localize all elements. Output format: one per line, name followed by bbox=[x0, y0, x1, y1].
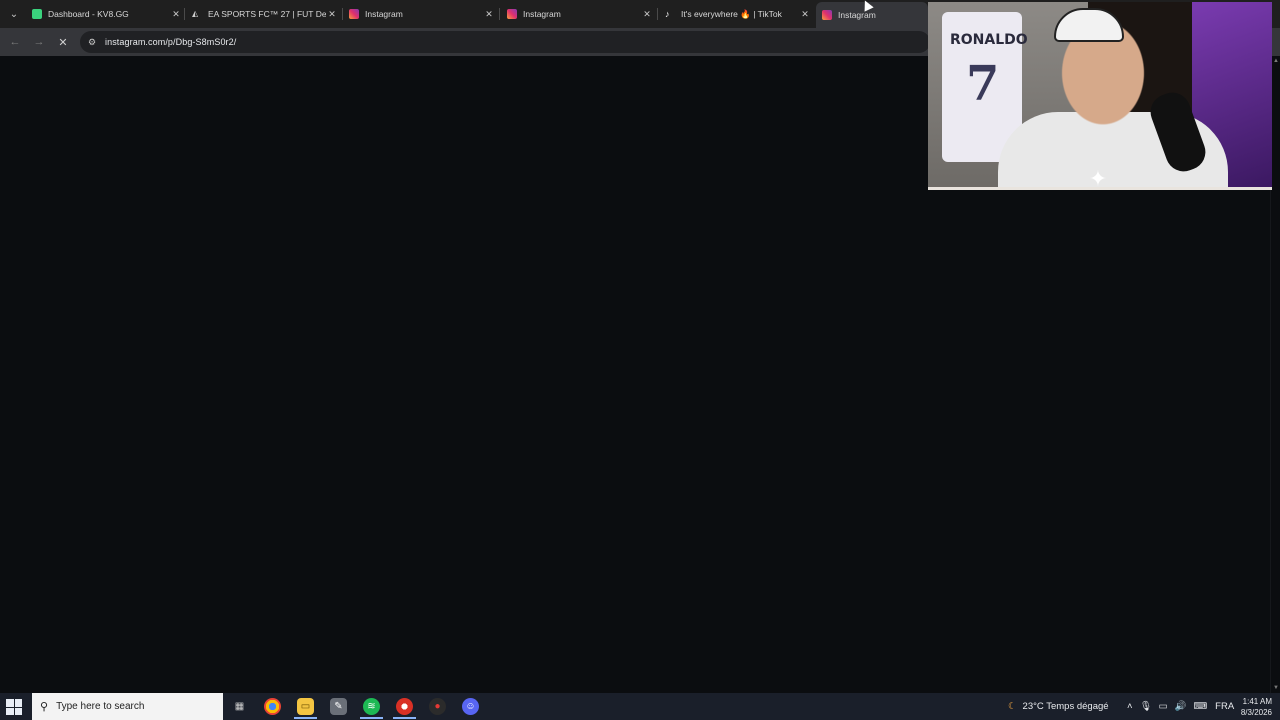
discord-icon[interactable]: ☺ bbox=[462, 698, 479, 715]
instagram-favicon-icon bbox=[507, 9, 517, 19]
windows-start-icon[interactable] bbox=[6, 699, 22, 715]
task-view-icon[interactable]: ▦ bbox=[231, 698, 248, 715]
tab-dashboard[interactable]: Dashboard - KV8.GG ✕ bbox=[32, 4, 182, 24]
taskbar-search-box[interactable]: ⚲ Type here to search bbox=[32, 693, 223, 720]
search-placeholder: Type here to search bbox=[56, 701, 145, 712]
system-tray: ˄ 🎙 ▭ 🔊 ⌨ FRA bbox=[1127, 693, 1234, 720]
tab-separator bbox=[184, 8, 185, 20]
tab-title: Instagram bbox=[838, 10, 876, 20]
streamer-cap bbox=[1054, 8, 1124, 42]
tiktok-favicon-icon: ♪ bbox=[665, 9, 670, 19]
tab-close-icon[interactable]: ✕ bbox=[326, 9, 338, 20]
clock[interactable]: 1:41 AM 8/3/2026 bbox=[1232, 696, 1272, 718]
chrome-icon[interactable] bbox=[264, 698, 281, 715]
tab-close-icon[interactable]: ✕ bbox=[170, 9, 182, 20]
address-bar[interactable]: ⚙ instagram.com/p/Dbg-S8mS0r2/ bbox=[80, 31, 930, 53]
weather-moon-icon: ☾ bbox=[1008, 701, 1017, 712]
instagram-favicon-icon bbox=[349, 9, 359, 19]
tab-title: Dashboard - KV8.GG bbox=[48, 9, 129, 19]
tab-tiktok[interactable]: ♪ It's everywhere 🔥 | TikTok ✕ bbox=[665, 4, 811, 24]
spotify-icon[interactable]: ≋ bbox=[363, 698, 380, 715]
file-explorer-icon[interactable]: ▭ bbox=[297, 698, 314, 715]
tab-close-icon[interactable]: ✕ bbox=[799, 9, 811, 20]
chrome-profile-icon[interactable] bbox=[396, 698, 413, 715]
clock-time: 1:41 AM bbox=[1242, 697, 1272, 706]
tab-ea-sports[interactable]: ◭ EA SPORTS FC™ 27 | FUT Deep ✕ bbox=[192, 4, 338, 24]
instagram-favicon-icon bbox=[822, 10, 832, 20]
app-icon[interactable]: ✎ bbox=[330, 698, 347, 715]
windows-taskbar: ⚲ Type here to search ▦ ▭ ✎ ≋ ● ☺ ☾ 23°C… bbox=[0, 693, 1280, 720]
scroll-up-icon[interactable]: ▲ bbox=[1273, 58, 1279, 64]
tab-separator bbox=[499, 8, 500, 20]
streamer-logo-icon: ✦ bbox=[1088, 166, 1108, 190]
tab-title: EA SPORTS FC™ 27 | FUT Deep bbox=[208, 9, 326, 19]
active-app-indicator bbox=[294, 717, 317, 719]
clock-date: 8/3/2026 bbox=[1240, 708, 1272, 717]
kv8-favicon-icon bbox=[32, 9, 42, 19]
tab-instagram-2[interactable]: Instagram ✕ bbox=[507, 4, 653, 24]
tab-close-icon[interactable]: ✕ bbox=[483, 9, 495, 20]
tab-separator bbox=[342, 8, 343, 20]
weather-widget[interactable]: ☾ 23°C Temps dégagé bbox=[1008, 693, 1109, 720]
ea-favicon-icon: ◭ bbox=[192, 9, 199, 18]
scroll-down-icon[interactable]: ▼ bbox=[1273, 685, 1279, 691]
tab-search-chevron-icon[interactable]: ⌄ bbox=[4, 4, 24, 24]
active-app-indicator bbox=[393, 717, 416, 719]
search-icon: ⚲ bbox=[40, 701, 49, 713]
tab-title: Instagram bbox=[365, 9, 403, 19]
jersey-number: 7 bbox=[966, 56, 1000, 112]
microphone-icon[interactable]: 🎙 bbox=[1140, 701, 1152, 712]
stop-loading-icon[interactable]: ✕ bbox=[55, 34, 71, 50]
site-info-icon[interactable]: ⚙ bbox=[86, 36, 98, 48]
weather-text: 23°C Temps dégagé bbox=[1022, 701, 1109, 712]
keyboard-icon[interactable]: ⌨ bbox=[1193, 701, 1207, 712]
forward-arrow-icon[interactable]: → bbox=[31, 34, 47, 50]
volume-icon[interactable]: 🔊 bbox=[1175, 701, 1187, 712]
show-hidden-icons-icon[interactable]: ˄ bbox=[1127, 701, 1133, 712]
webcam-overlay: RONALDO 7 ✦ bbox=[928, 2, 1272, 190]
address-url[interactable]: instagram.com/p/Dbg-S8mS0r2/ bbox=[105, 37, 236, 47]
app-icon[interactable]: ● bbox=[429, 698, 446, 715]
tab-title: It's everywhere 🔥 | TikTok bbox=[681, 8, 782, 19]
tab-separator bbox=[657, 8, 658, 20]
tab-close-icon[interactable]: ✕ bbox=[641, 9, 653, 20]
tab-instagram-1[interactable]: Instagram ✕ bbox=[349, 4, 495, 24]
tab-title: Instagram bbox=[523, 9, 561, 19]
network-icon[interactable]: ▭ bbox=[1159, 701, 1168, 712]
active-app-indicator bbox=[360, 717, 383, 719]
back-arrow-icon[interactable]: ← bbox=[7, 34, 23, 50]
